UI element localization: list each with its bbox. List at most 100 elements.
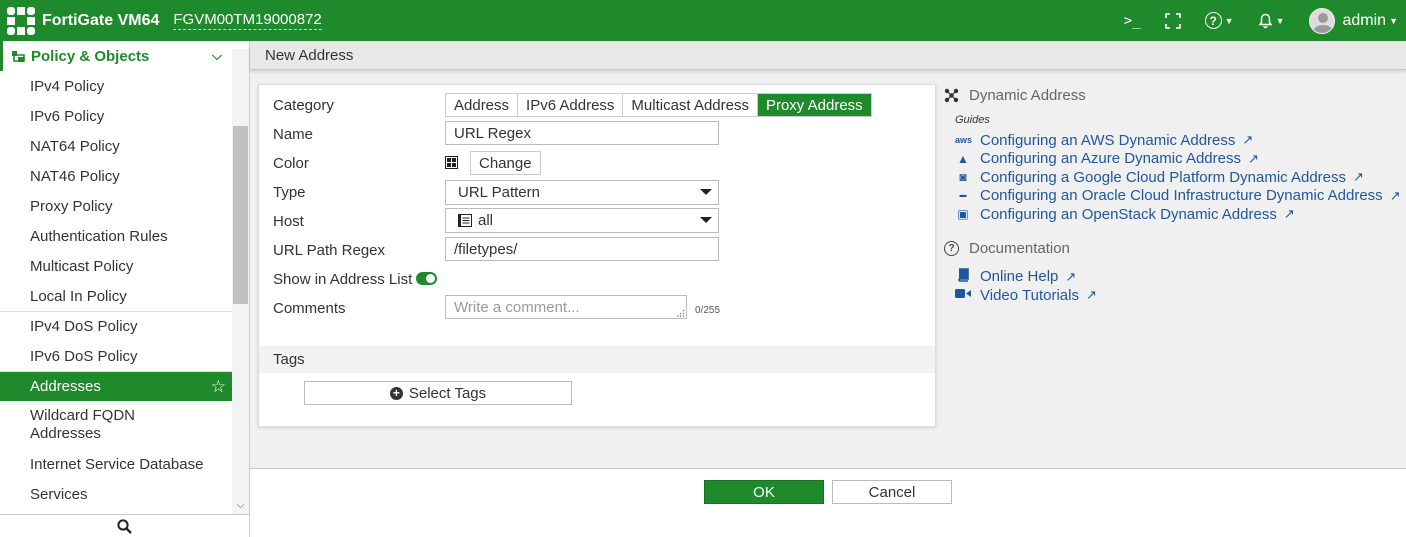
category-option-proxy-address[interactable]: Proxy Address: [757, 94, 871, 116]
chevron-down-icon: ⌵: [212, 48, 222, 63]
sidebar-item-wildcard-fqdn-addresses[interactable]: Wildcard FQDN Addresses: [0, 401, 232, 449]
address-list-icon: [458, 214, 472, 227]
guide-link-label: Configuring a Google Cloud Platform Dyna…: [980, 168, 1347, 186]
sidebar-scrollbar[interactable]: ⌵: [232, 49, 249, 514]
sidebar-item-label: Services: [30, 485, 88, 503]
color-swatch-icon: [445, 156, 458, 169]
fullscreen-icon[interactable]: [1153, 0, 1193, 41]
guide-link-openstack[interactable]: ▣ Configuring an OpenStack Dynamic Addres…: [944, 205, 1404, 224]
dynamic-address-heading: Dynamic Address: [944, 84, 1404, 106]
external-link-icon: ↗: [1389, 187, 1401, 203]
category-option-multicast-address[interactable]: Multicast Address: [623, 94, 758, 116]
sidebar-item-nat46-policy[interactable]: NAT46 Policy: [0, 161, 232, 191]
bell-icon: [1258, 13, 1273, 28]
sidebar-item-label: Authentication Rules: [30, 227, 168, 245]
show-in-address-list-label: Show in Address List: [273, 271, 413, 288]
external-link-icon: ↗: [1242, 132, 1254, 148]
sidebar-item-multicast-policy[interactable]: Multicast Policy: [0, 251, 232, 281]
comments-textarea[interactable]: Write a comment...: [445, 295, 687, 319]
documentation-title: Documentation: [969, 240, 1070, 257]
change-color-button[interactable]: Change: [470, 151, 541, 175]
guide-link-oracle[interactable]: ▬ Configuring an Oracle Cloud Infrastruct…: [944, 187, 1404, 206]
chevron-down-icon: ▼: [1275, 15, 1285, 26]
external-link-icon: ↗: [1085, 287, 1097, 303]
form-footer: OK Cancel: [250, 468, 1406, 537]
host-select[interactable]: all: [445, 208, 719, 233]
help-glyph: ?: [1209, 13, 1217, 28]
doc-link-label: Video Tutorials: [980, 286, 1079, 304]
star-icon[interactable]: ☆: [211, 377, 226, 397]
page-title: New Address: [265, 46, 354, 64]
sidebar-section-label: Policy & Objects: [31, 47, 150, 65]
chevron-down-icon: ▼: [1224, 15, 1234, 26]
device-serial[interactable]: FGVM00TM19000872: [173, 11, 322, 30]
category-option-address[interactable]: Address: [446, 94, 519, 116]
tags-label: Tags: [273, 351, 305, 368]
sidebar-item-internet-service-database[interactable]: Internet Service Database: [0, 449, 232, 479]
external-link-icon: ↗: [1065, 268, 1077, 284]
sidebar-item-nat64-policy[interactable]: NAT64 Policy: [0, 131, 232, 161]
ok-button[interactable]: OK: [704, 480, 824, 504]
video-tutorials-link[interactable]: Video Tutorials ↗: [944, 286, 1404, 305]
dynamic-address-title: Dynamic Address: [969, 86, 1086, 104]
sidebar-item-label: Addresses: [30, 378, 101, 395]
show-in-address-list-toggle[interactable]: [416, 272, 437, 285]
guide-link-gcp[interactable]: ◙ Configuring a Google Cloud Platform Dyn…: [944, 168, 1404, 187]
comment-char-counter: 0/255: [695, 305, 721, 316]
documentation-heading: ? Documentation: [944, 238, 1404, 260]
doc-link-label: Online Help: [980, 268, 1059, 286]
search-icon: [117, 518, 132, 534]
sidebar-item-ipv6-dos-policy[interactable]: IPv6 DoS Policy: [0, 341, 232, 371]
online-help-link[interactable]: Online Help ↗: [944, 268, 1404, 287]
oracle-icon: ▬: [959, 192, 967, 200]
help-icon: ?: [1204, 12, 1222, 29]
url-path-regex-input[interactable]: /filetypes/: [445, 237, 719, 261]
sidebar-item-label: NAT64 Policy: [30, 137, 120, 155]
cancel-button[interactable]: Cancel: [832, 480, 952, 504]
sidebar-search-button[interactable]: [0, 514, 249, 537]
fortinet-logo-icon[interactable]: [6, 6, 36, 36]
url-path-regex-label: URL Path Regex: [273, 242, 386, 259]
sidebar-item-label: Local In Policy: [30, 287, 127, 305]
sidebar-section-policy-objects[interactable]: Policy & Objects ⌵: [0, 41, 249, 71]
type-label: Type: [273, 184, 306, 201]
sidebar-item-ipv4-policy[interactable]: IPv4 Policy: [0, 71, 232, 101]
sidebar-item-proxy-policy[interactable]: Proxy Policy: [0, 191, 232, 221]
sidebar-item-ipv4-dos-policy[interactable]: IPv4 DoS Policy: [0, 311, 232, 341]
sidebar: Policy & Objects ⌵ IPv4 Policy IPv6 Poli…: [0, 41, 250, 537]
help-menu-button[interactable]: ? ▼: [1193, 0, 1246, 41]
sidebar-item-services[interactable]: Services: [0, 479, 232, 509]
sidebar-item-authentication-rules[interactable]: Authentication Rules: [0, 221, 232, 251]
guide-link-azure[interactable]: ▲ Configuring an Azure Dynamic Address ↗: [944, 150, 1404, 169]
sidebar-item-ipv6-policy[interactable]: IPv6 Policy: [0, 101, 232, 131]
notifications-button[interactable]: ▼: [1246, 0, 1297, 41]
username: admin: [1342, 11, 1387, 29]
cli-console-icon[interactable]: >_: [1112, 0, 1153, 41]
dropdown-arrow-icon: [700, 217, 712, 223]
gcp-icon: ◙: [959, 170, 967, 185]
resize-handle-icon[interactable]: [677, 309, 685, 317]
type-select[interactable]: URL Pattern: [445, 180, 719, 205]
plus-circle-icon: +: [389, 386, 403, 400]
external-link-icon: ↗: [1353, 169, 1364, 185]
external-link-icon: ↗: [1283, 206, 1295, 222]
guide-link-aws[interactable]: aws Configuring an AWS Dynamic Address ↗: [944, 131, 1404, 150]
dropdown-arrow-icon: [700, 189, 712, 195]
sidebar-item-local-in-policy[interactable]: Local In Policy: [0, 281, 232, 311]
category-option-ipv6-address[interactable]: IPv6 Address: [518, 94, 624, 116]
name-input[interactable]: URL Regex: [445, 121, 719, 145]
guide-link-label: Configuring an Oracle Cloud Infrastructu…: [980, 187, 1383, 205]
chevron-down-icon: ▼: [1389, 15, 1398, 26]
fullscreen-glyph: [1164, 12, 1181, 29]
help-circle-icon: ?: [944, 241, 959, 256]
category-selector: Address IPv6 Address Multicast Address P…: [445, 93, 872, 117]
user-menu-button[interactable]: admin ▼: [1297, 0, 1398, 41]
sidebar-item-label: NAT46 Policy: [30, 167, 120, 185]
guide-link-label: Configuring an AWS Dynamic Address: [980, 131, 1236, 149]
scroll-down-icon[interactable]: ⌵: [232, 500, 249, 514]
select-tags-button[interactable]: + Select Tags: [304, 381, 572, 405]
sidebar-menu: IPv4 Policy IPv6 Policy NAT64 Policy NAT…: [0, 71, 232, 509]
sidebar-item-addresses[interactable]: Addresses ☆: [0, 371, 232, 401]
policy-objects-icon: [12, 51, 25, 62]
sidebar-scrollbar-thumb[interactable]: [233, 126, 248, 304]
